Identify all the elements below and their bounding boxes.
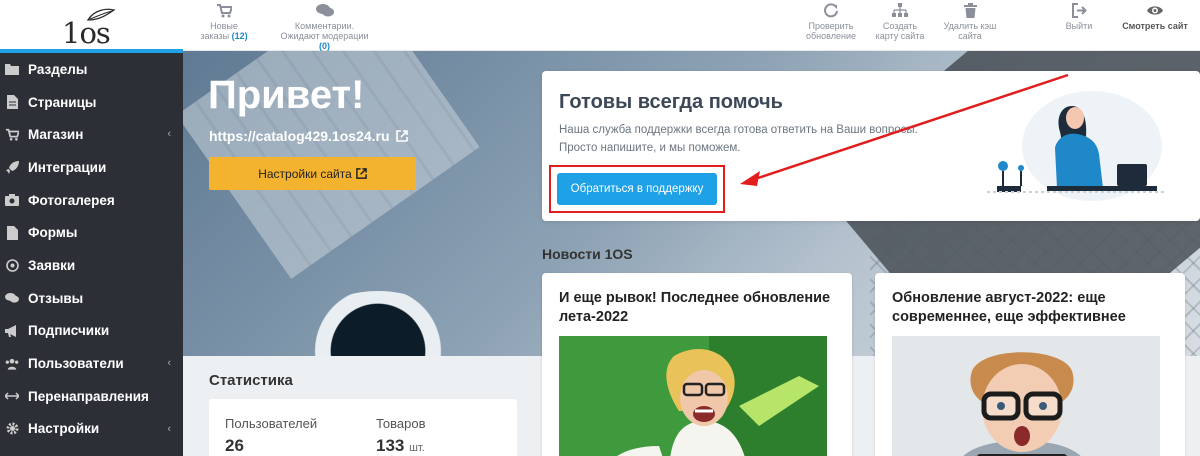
site-settings-button[interactable]: Настройки сайта — [209, 157, 416, 190]
contact-support-button[interactable]: Обратиться в поддержку — [557, 173, 717, 205]
site-settings-label: Настройки сайта — [258, 166, 352, 181]
gear-icon — [5, 422, 19, 436]
sitemap-button[interactable]: Создать карту сайта — [874, 3, 926, 41]
greeting-heading: Привет! — [208, 73, 365, 117]
news-card-title: И еще рывок! Последнее обновление лета-2… — [559, 290, 831, 325]
sidebar-item-subscribers[interactable]: Подписчики — [0, 315, 183, 348]
support-illustration — [987, 91, 1167, 201]
sidebar-item-sections[interactable]: Разделы — [0, 53, 183, 86]
external-link-icon — [396, 130, 409, 142]
sidebar-item-label: Пользователи — [28, 356, 124, 372]
sidebar-item-integrations[interactable]: Интеграции — [0, 151, 183, 184]
users-icon — [5, 357, 19, 371]
clear-cache-button[interactable]: Удалить кэш сайта — [942, 3, 998, 41]
logo[interactable]: 1os — [60, 8, 120, 50]
rocket-icon — [5, 160, 19, 174]
folder-icon — [5, 62, 19, 76]
eye-icon — [1147, 6, 1163, 15]
logo-text: 1os — [62, 16, 111, 50]
users-stat-label: Пользователей — [225, 416, 318, 431]
target-icon — [5, 258, 19, 272]
refresh-icon — [823, 3, 838, 18]
sitemap-label: Создать карту сайта — [875, 21, 925, 41]
sidebar-item-label: Страницы — [28, 94, 97, 110]
sidebar-item-reviews[interactable]: Отзывы — [0, 282, 183, 315]
chevron-left-icon: ‹ — [167, 128, 171, 141]
site-url-text: https://catalog429.1os24.ru — [209, 128, 390, 144]
comments-count: (0) — [319, 41, 330, 51]
trash-icon — [963, 3, 977, 18]
sidebar: Разделы Страницы Магазин ‹ Интеграции Фо… — [0, 53, 183, 456]
news-card[interactable]: И еще рывок! Последнее обновление лета-2… — [542, 273, 852, 456]
new-orders-count: (12) — [231, 31, 248, 41]
sidebar-item-gallery[interactable]: Фотогалерея — [0, 184, 183, 217]
support-text: Наша служба поддержки всегда готова отве… — [559, 124, 918, 154]
news-card-image — [892, 336, 1160, 456]
comments-icon — [5, 291, 19, 305]
sidebar-item-pages[interactable]: Страницы — [0, 86, 183, 119]
sidebar-item-redirects[interactable]: Перенаправления — [0, 380, 183, 413]
news-heading: Новости 1OS — [542, 246, 633, 262]
sidebar-item-users[interactable]: Пользователи ‹ — [0, 347, 183, 380]
main-content: Привет! https://catalog429.1os24.ru Наст… — [183, 51, 1200, 456]
news-card[interactable]: Обновление август-2022: еще современнее,… — [875, 273, 1185, 456]
goods-unit: шт. — [409, 442, 425, 454]
support-card: Готовы всегда помочь Наша служба поддерж… — [542, 71, 1200, 221]
camera-icon — [5, 193, 19, 207]
view-site-label: Смотреть сайт — [1122, 21, 1188, 31]
sidebar-item-label: Заявки — [28, 257, 76, 273]
sidebar-item-label: Подписчики — [28, 323, 110, 339]
sidebar-item-label: Формы — [28, 225, 78, 241]
sidebar-item-label: Магазин — [28, 127, 84, 143]
form-icon — [5, 225, 19, 240]
sign-out-icon — [1071, 3, 1087, 18]
news-card-title: Обновление август-2022: еще современнее,… — [892, 290, 1126, 325]
logout-label: Выйти — [1065, 21, 1093, 31]
megaphone-icon — [5, 324, 19, 338]
chevron-left-icon: ‹ — [167, 422, 171, 435]
goods-count: 133 — [376, 436, 405, 455]
sidebar-item-label: Интеграции — [28, 159, 107, 175]
page-icon — [5, 95, 19, 110]
goods-stat-value: 133 шт. — [376, 436, 425, 456]
comments-icon — [315, 4, 334, 17]
check-update-button[interactable]: Проверить обновление — [805, 3, 857, 41]
logout-button[interactable]: Выйти — [1060, 3, 1098, 31]
news-card-image — [559, 336, 827, 456]
sitemap-icon — [892, 3, 908, 17]
goods-stat-label: Товаров — [376, 416, 426, 431]
chevron-left-icon: ‹ — [167, 357, 171, 370]
sidebar-item-settings[interactable]: Настройки ‹ — [0, 413, 183, 446]
stats-heading: Статистика — [209, 372, 293, 389]
sidebar-item-label: Перенаправления — [28, 388, 149, 404]
comments-link[interactable]: Комментарии. Ожидают модерации (0) — [277, 3, 372, 51]
top-bar: 1os Новые заказы (12) Комментарии. Ожида… — [0, 0, 1200, 51]
comments-label: Комментарии. Ожидают модерации — [280, 21, 369, 41]
cart-icon — [217, 4, 232, 18]
check-update-label: Проверить обновление — [806, 21, 856, 41]
view-site-button[interactable]: Смотреть сайт — [1120, 3, 1190, 31]
new-orders-link[interactable]: Новые заказы (12) — [198, 3, 250, 41]
support-heading: Готовы всегда помочь — [559, 91, 783, 113]
sidebar-item-label: Разделы — [28, 61, 88, 77]
sidebar-item-forms[interactable]: Формы — [0, 216, 183, 249]
sidebar-item-requests[interactable]: Заявки — [0, 249, 183, 282]
sidebar-item-label: Фотогалерея — [28, 192, 115, 208]
cart-icon — [5, 128, 19, 142]
sidebar-item-label: Отзывы — [28, 290, 84, 306]
external-link-icon — [355, 168, 367, 179]
stats-card: Пользователей 26 Товаров 133 шт. — [209, 399, 517, 456]
clear-cache-label: Удалить кэш сайта — [943, 21, 997, 41]
sidebar-item-label: Настройки — [28, 421, 100, 437]
arrows-icon — [5, 389, 19, 403]
sidebar-item-shop[interactable]: Магазин ‹ — [0, 118, 183, 151]
site-url-link[interactable]: https://catalog429.1os24.ru — [209, 128, 409, 144]
users-stat-value: 26 — [225, 436, 244, 455]
